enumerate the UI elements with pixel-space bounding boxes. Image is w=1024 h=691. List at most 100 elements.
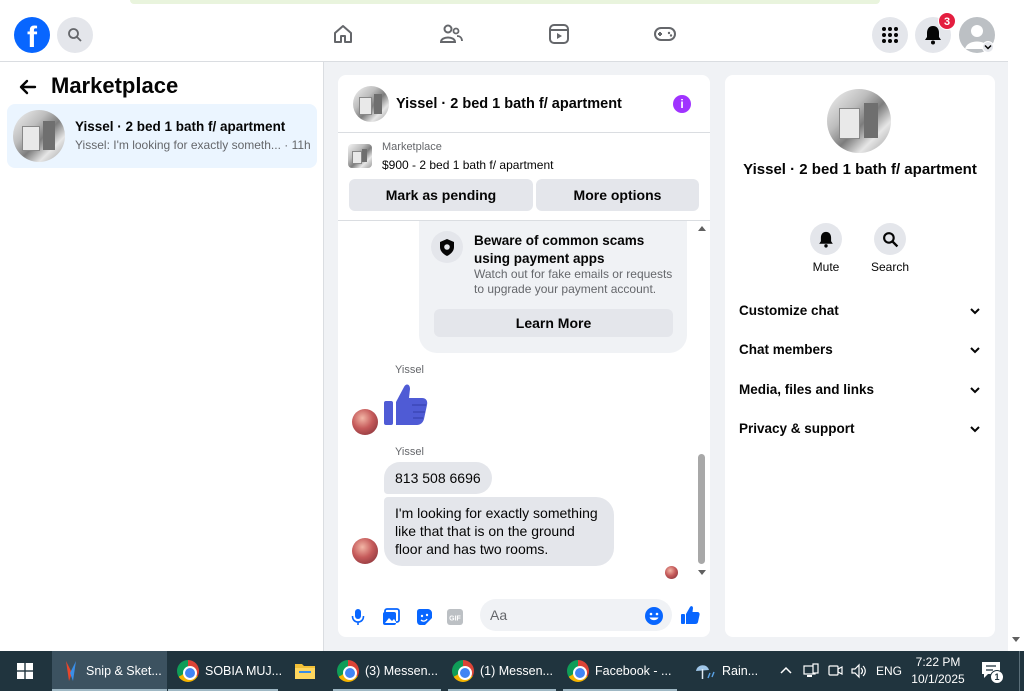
browser-top-strip bbox=[0, 0, 1024, 10]
conversation-name: Yissel · 2 bed 1 bath f/ apartment bbox=[75, 119, 286, 134]
mute-label: Mute bbox=[812, 260, 840, 274]
taskbar-file-explorer[interactable] bbox=[280, 651, 330, 691]
profile-dropdown-chevron[interactable] bbox=[982, 41, 994, 53]
video-icon bbox=[549, 24, 569, 44]
network-icon[interactable] bbox=[803, 663, 819, 679]
seen-receipt-avatar bbox=[665, 566, 678, 579]
facebook-logo-icon[interactable]: f bbox=[14, 17, 50, 53]
taskbar-app-messenger-1[interactable]: (1) Messen... bbox=[448, 651, 556, 691]
back-arrow-icon[interactable] bbox=[18, 77, 38, 97]
shield-icon bbox=[440, 239, 454, 256]
thumbs-up-sticker-icon bbox=[384, 384, 428, 425]
gaming-nav-button[interactable] bbox=[653, 22, 677, 46]
friends-nav-button[interactable] bbox=[439, 22, 463, 46]
mark-as-pending-button[interactable]: Mark as pending bbox=[349, 179, 533, 211]
chevron-down-icon bbox=[970, 387, 980, 394]
taskbar-app-label: Snip & Sket... bbox=[86, 664, 162, 678]
more-options-button[interactable]: More options bbox=[536, 179, 699, 211]
chrome-icon bbox=[567, 660, 589, 682]
like-send-icon[interactable] bbox=[680, 605, 700, 625]
sender-avatar[interactable] bbox=[352, 409, 378, 435]
sticker-icon[interactable] bbox=[415, 608, 433, 626]
top-navigation-bar: f 3 bbox=[0, 10, 1008, 62]
section-label: Chat members bbox=[739, 342, 833, 357]
photo-gallery-icon[interactable] bbox=[382, 608, 400, 626]
home-nav-button[interactable] bbox=[331, 22, 355, 46]
search-in-conversation-button[interactable] bbox=[874, 223, 906, 255]
video-nav-button[interactable] bbox=[547, 22, 571, 46]
details-title: Yissel · 2 bed 1 bath f/ apartment bbox=[743, 161, 977, 178]
scam-warning-card: Beware of common scams using payment app… bbox=[419, 221, 687, 353]
umbrella-rain-icon bbox=[696, 665, 715, 679]
message-sender: Yissel bbox=[395, 364, 424, 376]
details-listing-thumbnail[interactable] bbox=[827, 89, 891, 153]
customize-chat-section[interactable]: Customize chat bbox=[739, 303, 981, 323]
show-hidden-icons-chevron-icon[interactable] bbox=[779, 665, 793, 675]
gaming-icon bbox=[654, 27, 676, 41]
notification-banner bbox=[130, 0, 880, 4]
message-list[interactable]: Beware of common scams using payment app… bbox=[338, 221, 710, 581]
show-desktop-button[interactable] bbox=[1019, 651, 1024, 691]
taskbar-app-chrome-sobia[interactable]: SOBIA MUJ... bbox=[168, 651, 282, 691]
friends-icon bbox=[439, 24, 463, 43]
taskbar-app-label: Facebook - ... bbox=[595, 664, 672, 678]
listing-price-title[interactable]: $900 - 2 bed 1 bath f/ apartment bbox=[382, 158, 553, 172]
chevron-down-icon bbox=[984, 44, 992, 50]
home-icon bbox=[334, 25, 352, 43]
bell-icon bbox=[925, 26, 941, 45]
chevron-down-icon bbox=[970, 308, 980, 315]
section-label: Privacy & support bbox=[739, 421, 855, 436]
chat-details-panel: Yissel · 2 bed 1 bath f/ apartment Mute … bbox=[725, 75, 995, 637]
facebook-logo-letter: f bbox=[27, 21, 37, 53]
page-title: Marketplace bbox=[51, 73, 179, 98]
media-files-links-section[interactable]: Media, files and links bbox=[739, 382, 981, 402]
gif-icon[interactable]: GIF bbox=[446, 608, 464, 626]
windows-logo-icon bbox=[17, 663, 33, 679]
scroll-down-arrow-icon[interactable] bbox=[697, 569, 707, 577]
snip-sketch-icon bbox=[66, 661, 76, 681]
privacy-support-section[interactable]: Privacy & support bbox=[739, 421, 981, 441]
taskbar-app-snip-sketch[interactable]: Snip & Sket... bbox=[52, 651, 167, 691]
section-label: Media, files and links bbox=[739, 382, 875, 397]
microphone-icon[interactable] bbox=[351, 608, 365, 626]
info-icon[interactable]: i bbox=[673, 95, 691, 113]
chat-title[interactable]: Yissel · 2 bed 1 bath f/ apartment bbox=[396, 96, 622, 112]
listing-bar: Marketplace $900 - 2 bed 1 bath f/ apart… bbox=[338, 133, 710, 221]
taskbar-app-messenger-3[interactable]: (3) Messen... bbox=[333, 651, 441, 691]
chat-scrollbar[interactable] bbox=[697, 221, 706, 581]
language-indicator[interactable]: ENG bbox=[876, 651, 902, 691]
action-center-button[interactable]: 1 bbox=[981, 661, 1004, 684]
search-button[interactable] bbox=[57, 17, 93, 53]
conversation-list-item[interactable]: Yissel · 2 bed 1 bath f/ apartment Yisse… bbox=[7, 104, 317, 168]
scroll-up-arrow-icon[interactable] bbox=[697, 224, 707, 232]
start-button[interactable] bbox=[0, 651, 50, 691]
marketplace-inbox-panel: Marketplace Yissel · 2 bed 1 bath f/ apa… bbox=[0, 62, 324, 651]
message-bubble-phone[interactable]: 813 508 6696 bbox=[384, 462, 492, 494]
scam-warning-body: Watch out for fake emails or requests to… bbox=[474, 267, 673, 296]
listing-mini-thumbnail[interactable] bbox=[348, 144, 372, 168]
sender-avatar[interactable] bbox=[352, 538, 378, 564]
chat-scroll-thumb[interactable] bbox=[698, 454, 705, 564]
folder-icon bbox=[295, 664, 315, 679]
taskbar-app-facebook[interactable]: Facebook - ... bbox=[563, 651, 677, 691]
emoji-icon[interactable] bbox=[644, 606, 664, 626]
chrome-icon bbox=[452, 660, 474, 682]
preview-text: Yissel: I'm looking for exactly someth..… bbox=[75, 138, 281, 152]
mute-button[interactable] bbox=[810, 223, 842, 255]
message-sender: Yissel bbox=[395, 446, 424, 458]
weather-widget[interactable]: Rain... bbox=[694, 651, 772, 691]
conversation-preview: Yissel: I'm looking for exactly someth..… bbox=[75, 138, 311, 152]
volume-icon[interactable] bbox=[850, 663, 868, 679]
learn-more-button[interactable]: Learn More bbox=[434, 309, 673, 337]
chat-members-section[interactable]: Chat members bbox=[739, 342, 981, 362]
search-icon bbox=[68, 28, 82, 42]
page-scrollbar[interactable] bbox=[1008, 10, 1024, 651]
scam-warning-title: Beware of common scams using payment app… bbox=[474, 233, 645, 266]
taskbar-app-label: (3) Messen... bbox=[365, 664, 438, 678]
message-bubble-text[interactable]: I'm looking for exactly something like t… bbox=[384, 497, 614, 566]
chat-listing-thumbnail[interactable] bbox=[353, 86, 389, 122]
page-scroll-down-icon[interactable] bbox=[1011, 636, 1021, 644]
taskbar-clock[interactable]: 7:22 PM 10/1/2025 bbox=[906, 654, 970, 688]
menu-button[interactable] bbox=[872, 17, 908, 53]
meet-now-icon[interactable] bbox=[827, 663, 843, 679]
